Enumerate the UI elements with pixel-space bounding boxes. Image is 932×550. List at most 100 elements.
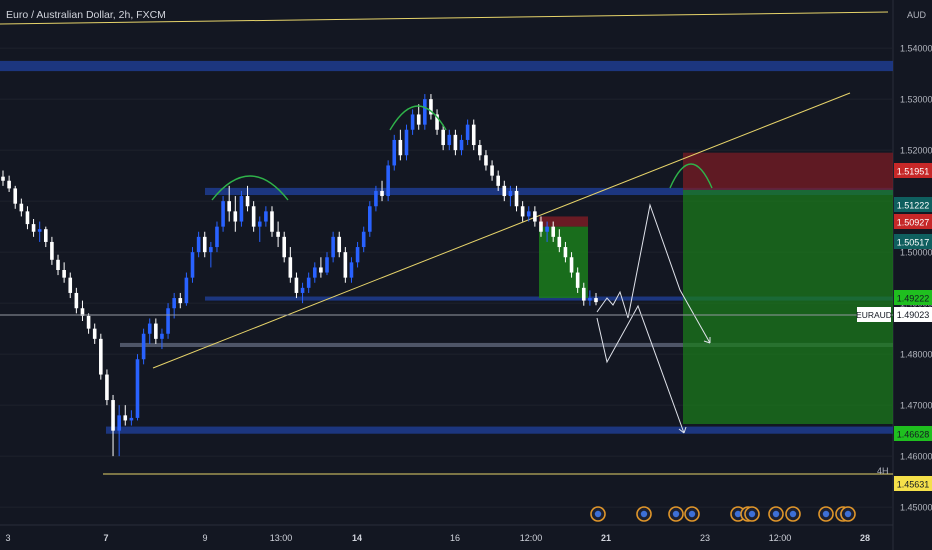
candle-body xyxy=(166,308,170,334)
timeframe-label: 4H xyxy=(877,466,889,476)
candle-body xyxy=(484,155,488,166)
candle-body xyxy=(331,236,335,258)
candle-body xyxy=(539,221,543,232)
candle-body xyxy=(594,298,598,303)
candle-body xyxy=(514,190,519,207)
candle-body xyxy=(123,415,128,421)
candle-body xyxy=(392,139,397,166)
candle-body xyxy=(31,224,36,232)
candle-body xyxy=(533,211,537,222)
candle-body xyxy=(62,270,66,278)
target-zone xyxy=(683,189,893,425)
x-tick-label: 21 xyxy=(601,533,611,543)
y-tick-label: 1.47000 xyxy=(900,401,932,411)
candle-body xyxy=(105,374,109,401)
candle-body xyxy=(227,201,231,212)
candle-body xyxy=(233,211,238,222)
candle-body xyxy=(337,236,342,253)
candle-body xyxy=(343,252,348,278)
candle-body xyxy=(478,145,482,156)
price-label-text: 1.51222 xyxy=(897,201,930,211)
candle-body xyxy=(209,247,213,253)
candle-body xyxy=(404,129,409,156)
price-label-text: 1.51951 xyxy=(897,167,930,177)
candle-body xyxy=(520,206,525,217)
candle-body xyxy=(410,114,415,130)
stop-zone xyxy=(683,152,893,190)
candle-body xyxy=(111,400,115,431)
candle-body xyxy=(380,190,384,197)
candle-body xyxy=(368,206,372,232)
event-marker-dot xyxy=(748,510,756,518)
candle-body xyxy=(349,262,354,278)
x-tick-label: 7 xyxy=(103,533,108,543)
candle-body xyxy=(319,267,323,273)
candle-body xyxy=(50,241,54,260)
x-tick-label: 28 xyxy=(860,533,870,543)
x-tick-label: 3 xyxy=(5,533,10,543)
candle-body xyxy=(196,236,201,253)
x-tick-label: 12:00 xyxy=(520,533,543,543)
y-tick-label: 1.53000 xyxy=(900,95,932,105)
y-tick-label: 1.45000 xyxy=(900,503,932,513)
candle-body xyxy=(117,415,121,431)
candle-body xyxy=(563,247,568,258)
candle-body xyxy=(92,328,97,339)
candle-body xyxy=(386,165,390,197)
price-chart[interactable]: 1.450001.460001.470001.480001.490001.500… xyxy=(0,0,932,550)
price-axis xyxy=(893,0,932,550)
candle-body xyxy=(526,211,531,217)
candle-body xyxy=(276,231,280,237)
candle-body xyxy=(441,129,445,146)
candle-body xyxy=(325,257,329,273)
candle-body xyxy=(374,190,378,207)
candle-body xyxy=(355,247,360,263)
current-price-label: 1.49023 xyxy=(897,310,930,320)
stop-zone-small xyxy=(539,216,588,227)
candle-body xyxy=(447,134,452,146)
candle-body xyxy=(257,221,262,227)
candle-body xyxy=(490,165,494,176)
candle-body xyxy=(270,211,274,232)
candle-body xyxy=(361,231,366,248)
event-marker-dot xyxy=(772,510,780,518)
candle-body xyxy=(141,333,146,360)
candle-body xyxy=(154,323,158,339)
candle-body xyxy=(300,287,305,293)
candle-body xyxy=(294,277,299,293)
candle-body xyxy=(288,257,293,278)
candle-body xyxy=(147,323,152,334)
supply-demand-zone xyxy=(0,60,893,72)
candle-body xyxy=(557,236,562,248)
x-tick-label: 16 xyxy=(450,533,460,543)
price-label-text: 1.45631 xyxy=(897,480,930,490)
target-zone-small xyxy=(539,226,588,299)
candle-body xyxy=(74,292,79,309)
candle-body xyxy=(68,277,73,293)
candle-body xyxy=(398,139,403,156)
candle-body xyxy=(178,298,183,304)
event-marker-dot xyxy=(640,510,648,518)
candle-body xyxy=(190,252,195,278)
currency-label: AUD xyxy=(907,10,927,20)
candle-body xyxy=(43,229,48,242)
candle-body xyxy=(86,315,91,329)
event-marker-dot xyxy=(672,510,680,518)
candle-body xyxy=(172,298,176,309)
candle-body xyxy=(416,114,421,125)
candle-body xyxy=(575,272,580,288)
x-tick-label: 9 xyxy=(202,533,207,543)
candle-body xyxy=(245,196,250,207)
y-tick-label: 1.54000 xyxy=(900,44,932,54)
candle-body xyxy=(264,211,268,222)
candle-body xyxy=(471,124,476,146)
candle-body xyxy=(551,226,556,237)
candle-body xyxy=(508,190,513,197)
candle-body xyxy=(135,359,140,418)
y-tick-label: 1.52000 xyxy=(900,146,932,156)
x-tick-label: 23 xyxy=(700,533,710,543)
price-label-text: 1.46628 xyxy=(897,430,930,440)
candle-body xyxy=(202,236,207,253)
candle-body xyxy=(465,124,470,140)
chart-title: Euro / Australian Dollar, 2h, FXCM xyxy=(6,9,166,21)
